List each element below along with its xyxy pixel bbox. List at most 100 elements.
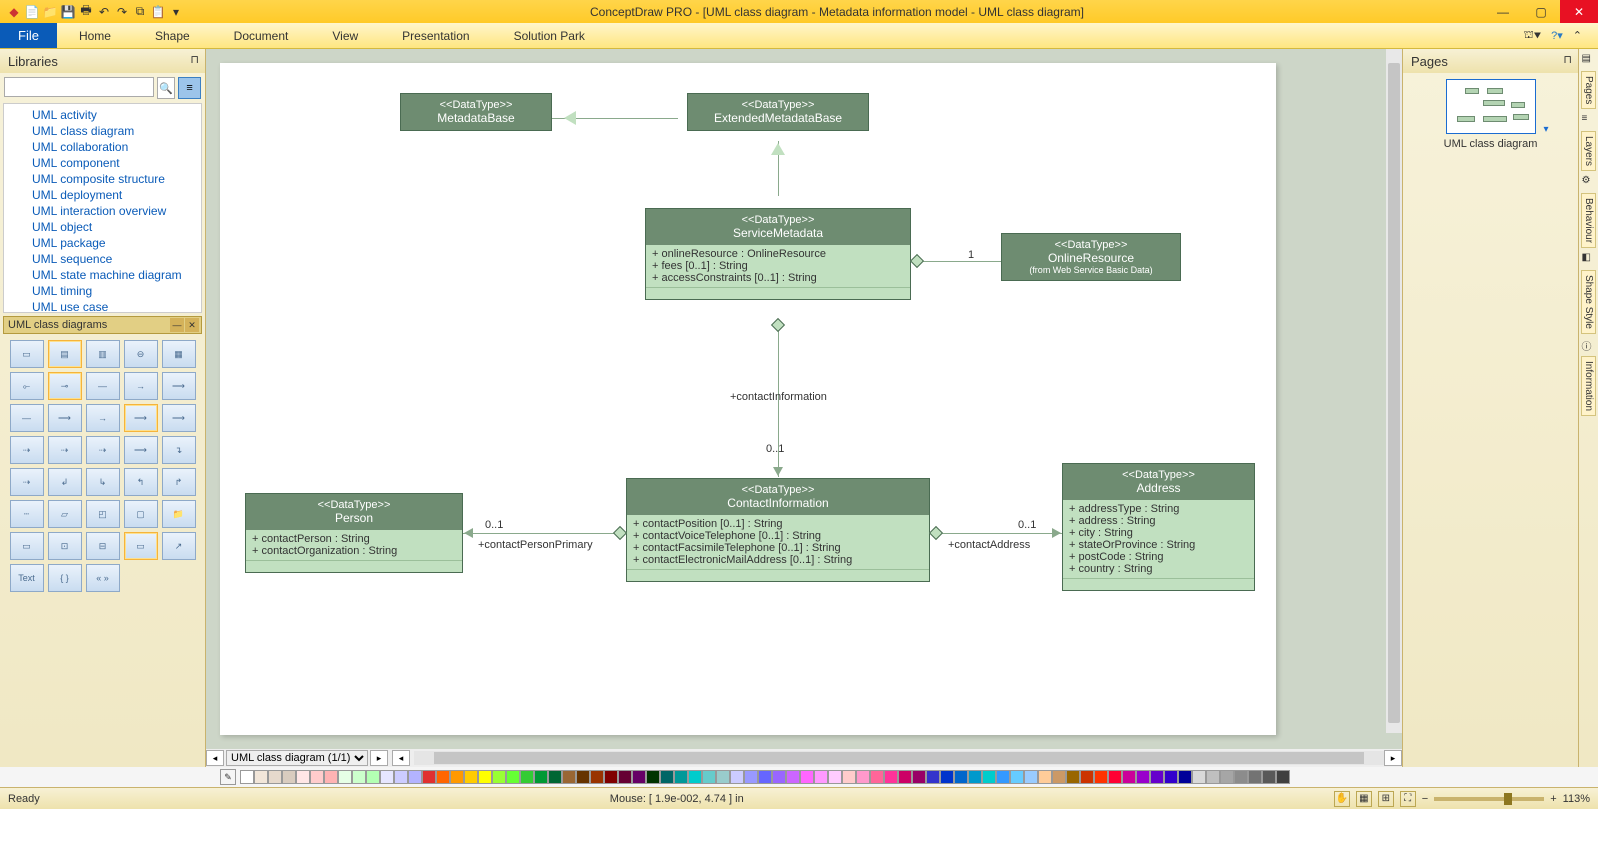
color-swatch[interactable] <box>758 770 772 784</box>
shape[interactable]: — <box>10 404 44 432</box>
ribbon-tab-solution-park[interactable]: Solution Park <box>492 23 607 48</box>
color-swatch[interactable] <box>534 770 548 784</box>
color-picker-icon[interactable]: ✎ <box>220 769 236 785</box>
sidetab-pages-icon[interactable]: ▤ <box>1582 53 1596 67</box>
shape-assoc[interactable]: — <box>86 372 120 400</box>
shape-class[interactable]: ▭ <box>10 340 44 368</box>
shape[interactable]: ⊟ <box>86 532 120 560</box>
lib-item[interactable]: UML sequence <box>32 251 201 267</box>
lib-item[interactable]: UML state machine diagram <box>32 267 201 283</box>
shape-dash[interactable]: ┄ <box>10 500 44 528</box>
shape-sel[interactable]: ▭ <box>124 532 158 560</box>
shape-dash[interactable]: ⇢ <box>10 436 44 464</box>
shape[interactable]: ⟶ <box>124 436 158 464</box>
color-swatch[interactable] <box>1108 770 1122 784</box>
class-onlineresource[interactable]: <<DataType>>OnlineResource(from Web Serv… <box>1001 233 1181 281</box>
shape[interactable]: ▭ <box>10 532 44 560</box>
color-swatch[interactable] <box>646 770 660 784</box>
class-address[interactable]: <<DataType>>Address + addressType : Stri… <box>1062 463 1255 591</box>
stencil-min-icon[interactable]: — <box>170 318 184 332</box>
library-tree[interactable]: UML activity UML class diagram UML colla… <box>3 103 202 313</box>
color-swatch[interactable] <box>926 770 940 784</box>
search-button[interactable]: 🔍 <box>157 77 175 99</box>
ribbon-tab-document[interactable]: Document <box>212 23 311 48</box>
shape-assoc-end[interactable]: ⟶ <box>162 372 196 400</box>
minimize-button[interactable]: — <box>1484 0 1522 23</box>
color-swatch[interactable] <box>1010 770 1024 784</box>
sidetab-pages[interactable]: Pages <box>1581 71 1596 109</box>
color-swatch[interactable] <box>450 770 464 784</box>
color-swatch[interactable] <box>912 770 926 784</box>
zoom-in-icon[interactable]: + <box>1550 793 1556 805</box>
shape[interactable]: ⟶ <box>48 404 82 432</box>
app-icon[interactable]: ◆ <box>6 4 22 20</box>
color-swatch[interactable] <box>1066 770 1080 784</box>
color-swatch[interactable] <box>954 770 968 784</box>
color-swatch[interactable] <box>814 770 828 784</box>
sidetab-shapestyle[interactable]: Shape Style <box>1581 270 1596 334</box>
color-swatch[interactable] <box>716 770 730 784</box>
canvas-scroll[interactable]: <<DataType>>MetadataBase <<DataType>>Ext… <box>206 49 1402 749</box>
pin-icon[interactable]: ⊓ <box>190 53 199 66</box>
stencil-close-icon[interactable]: ✕ <box>185 318 199 332</box>
shape[interactable]: ↱ <box>162 468 196 496</box>
color-swatch[interactable] <box>1164 770 1178 784</box>
color-swatch[interactable] <box>240 770 254 784</box>
shape-class-3[interactable]: ▥ <box>86 340 120 368</box>
shape[interactable]: ⟶ <box>162 404 196 432</box>
color-swatch[interactable] <box>366 770 380 784</box>
color-swatch[interactable] <box>548 770 562 784</box>
lib-item[interactable]: UML deployment <box>32 187 201 203</box>
page-thumbnail[interactable]: ▾ <box>1446 79 1536 134</box>
lib-item[interactable]: UML component <box>32 155 201 171</box>
color-swatch[interactable] <box>1136 770 1150 784</box>
lib-item[interactable]: UML object <box>32 219 201 235</box>
color-swatch[interactable] <box>268 770 282 784</box>
color-swatch[interactable] <box>982 770 996 784</box>
color-swatch[interactable] <box>310 770 324 784</box>
fullscreen-icon[interactable]: ⛶ <box>1400 791 1416 807</box>
shape-interface[interactable]: ⟜ <box>10 372 44 400</box>
shape-note[interactable]: ◰ <box>86 500 120 528</box>
color-swatch[interactable] <box>520 770 534 784</box>
color-swatch[interactable] <box>688 770 702 784</box>
save-icon[interactable]: 💾 <box>60 4 76 20</box>
color-swatch[interactable] <box>1178 770 1192 784</box>
color-swatch[interactable] <box>324 770 338 784</box>
hand-tool-icon[interactable]: ✋ <box>1334 791 1350 807</box>
color-swatch[interactable] <box>436 770 450 784</box>
shape[interactable]: ⇢ <box>10 468 44 496</box>
color-swatch[interactable] <box>828 770 842 784</box>
color-swatch[interactable] <box>632 770 646 784</box>
class-metadatabase[interactable]: <<DataType>>MetadataBase <box>400 93 552 131</box>
class-person[interactable]: <<DataType>>Person + contactPerson : Str… <box>245 493 463 573</box>
shape[interactable]: ↳ <box>86 468 120 496</box>
color-swatch[interactable] <box>674 770 688 784</box>
color-swatch[interactable] <box>772 770 786 784</box>
shape-arrow[interactable]: → <box>124 372 158 400</box>
shape-package[interactable]: ▱ <box>48 500 82 528</box>
sidetab-information[interactable]: Information <box>1581 356 1596 416</box>
thumb-menu-icon[interactable]: ▾ <box>1543 124 1548 135</box>
shape-selected[interactable]: ⟶ <box>124 404 158 432</box>
color-swatch[interactable] <box>618 770 632 784</box>
color-swatch[interactable] <box>1080 770 1094 784</box>
color-swatch[interactable] <box>1094 770 1108 784</box>
collapse-ribbon-icon[interactable]: ⌃ <box>1573 29 1582 43</box>
sidetab-layers-icon[interactable]: ≡ <box>1582 113 1596 127</box>
prev-page-button[interactable]: ◂ <box>206 750 224 766</box>
shape[interactable]: ↴ <box>162 436 196 464</box>
lib-item[interactable]: UML timing <box>32 283 201 299</box>
shape-braces[interactable]: { } <box>48 564 82 592</box>
color-swatch[interactable] <box>464 770 478 784</box>
scroll-left-button[interactable]: ◂ <box>392 750 410 766</box>
color-swatch[interactable] <box>422 770 436 784</box>
lib-item[interactable]: UML class diagram <box>32 123 201 139</box>
color-swatch[interactable] <box>870 770 884 784</box>
shape[interactable]: ⊡ <box>48 532 82 560</box>
print-icon[interactable]: 🖶 <box>78 4 94 20</box>
color-swatch[interactable] <box>506 770 520 784</box>
lib-item[interactable]: UML activity <box>32 107 201 123</box>
color-swatch[interactable] <box>254 770 268 784</box>
ribbon-tab-shape[interactable]: Shape <box>133 23 212 48</box>
